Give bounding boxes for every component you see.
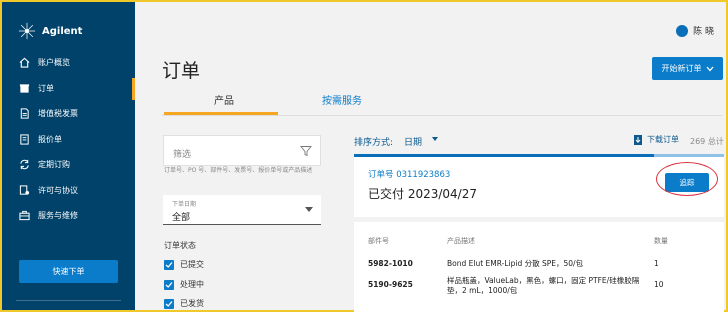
brand-logo[interactable]: Agilent — [18, 22, 82, 40]
page-title: 订单 — [162, 60, 201, 82]
agilent-spark-icon — [18, 22, 36, 40]
new-order-button[interactable]: 开始新订单 — [652, 57, 723, 80]
sidebar-nav: 账户概览 订单 增值税发票 报价单 定期订购 许可与协议 服务与维修 — [2, 50, 135, 229]
order-items-table: 部件号 产品描述 数量 5982-1010 Bond Elut EMR-Lipi… — [354, 222, 724, 312]
quick-order-button[interactable]: 快速下单 — [19, 260, 118, 283]
license-icon — [18, 184, 30, 196]
sidebar-item-invoices[interactable]: 增值税发票 — [2, 101, 135, 127]
funnel-icon[interactable] — [300, 145, 312, 157]
checkbox-checked-icon[interactable] — [164, 279, 174, 290]
column-header-part: 部件号 — [368, 237, 389, 245]
box-icon — [18, 82, 30, 94]
status-checkbox-shipped[interactable]: 已发货 — [164, 298, 204, 309]
date-select-value: 全部 — [172, 213, 191, 223]
sidebar-item-label: 增值税发票 — [38, 109, 78, 119]
sidebar-item-label: 定期订购 — [38, 160, 70, 170]
status-label: 已提交 — [180, 260, 204, 269]
filter-hint: 订单号、PO 号、部件号、发票号、报价单号或产品描述 — [164, 167, 313, 174]
tab-on-demand-services[interactable]: 按需服务 — [322, 92, 362, 107]
status-checkbox-processing[interactable]: 处理中 — [164, 279, 204, 290]
sort-label: 排序方式: — [354, 138, 394, 148]
briefcase-icon — [18, 210, 30, 222]
quote-icon — [18, 133, 30, 145]
user-menu[interactable]: 陈 晓 — [676, 24, 714, 37]
total-count: 269 总计 — [690, 137, 724, 146]
sidebar-item-licenses[interactable]: 许可与协议 — [2, 178, 135, 204]
invoice-icon — [18, 108, 30, 120]
table-cell-quantity: 1 — [654, 259, 659, 268]
sidebar-item-label: 服务与维修 — [38, 211, 78, 221]
order-number-link[interactable]: 订单号 0311923863 — [368, 168, 450, 180]
chevron-down-icon — [706, 66, 713, 71]
order-status-title: 订单状态 — [164, 241, 196, 250]
sidebar-divider — [16, 300, 121, 301]
sidebar-item-overview[interactable]: 账户概览 — [2, 50, 135, 76]
sidebar-item-label: 账户概览 — [38, 58, 70, 68]
sort-bar: 排序方式: 日期 下载订单 269 总计 — [354, 132, 724, 152]
annotation-ellipse — [656, 162, 718, 196]
table-cell-description: 样品瓶盖，ValueLab，黑色，螺口，固定 PTFE/硅橡胶隔垫，2 mL，1… — [447, 276, 640, 295]
user-name: 陈 晓 — [693, 27, 714, 37]
status-checkbox-submitted[interactable]: 已提交 — [164, 259, 204, 270]
table-cell-description: Bond Elut EMR-Lipid 分散 SPE，50/包 — [447, 259, 584, 268]
column-header-quantity: 数量 — [654, 237, 668, 245]
sidebar-item-subscriptions[interactable]: 定期订购 — [2, 152, 135, 178]
download-orders-link[interactable]: 下载订单 — [634, 134, 679, 145]
repeat-icon — [18, 159, 30, 171]
sort-select[interactable]: 日期 — [404, 135, 422, 148]
checkbox-checked-icon[interactable] — [164, 298, 174, 309]
status-label: 已发货 — [180, 299, 204, 308]
sidebar: Agilent 账户概览 订单 增值税发票 报价单 定期订购 许可与协议 服务与… — [2, 2, 135, 310]
table-cell-part: 5982-1010 — [368, 259, 413, 268]
order-card: 订单号 0311923863 已交付 2023/04/27 追踪 — [354, 157, 724, 217]
table-cell-quantity: 10 — [654, 280, 664, 289]
active-tab-indicator — [164, 112, 278, 115]
filter-input[interactable]: 筛选 — [163, 135, 321, 166]
order-status: 已交付 2023/04/27 — [368, 187, 477, 201]
filter-placeholder: 筛选 — [173, 150, 192, 160]
date-select-label: 下单日期 — [172, 201, 197, 208]
tab-bar: 产品 按需服务 — [162, 86, 722, 116]
home-icon — [18, 57, 30, 69]
new-order-label: 开始新订单 — [661, 64, 702, 73]
status-label: 处理中 — [180, 280, 204, 289]
sidebar-item-label: 订单 — [38, 83, 54, 93]
column-header-description: 产品描述 — [447, 237, 475, 245]
sidebar-item-service[interactable]: 服务与维修 — [2, 203, 135, 229]
table-cell-part: 5190-9625 — [368, 280, 413, 289]
sidebar-item-label: 报价单 — [38, 134, 62, 144]
caret-down-icon — [305, 207, 313, 212]
download-icon — [634, 134, 642, 145]
brand-name: Agilent — [42, 25, 83, 37]
download-orders-label: 下载订单 — [647, 135, 679, 144]
sidebar-item-quotes[interactable]: 报价单 — [2, 127, 135, 153]
caret-down-icon[interactable] — [432, 137, 438, 141]
tab-products[interactable]: 产品 — [214, 92, 234, 107]
user-avatar-icon — [676, 24, 689, 37]
checkbox-checked-icon[interactable] — [164, 259, 174, 270]
order-date-select[interactable]: 下单日期 全部 — [163, 195, 321, 225]
sidebar-item-orders[interactable]: 订单 — [2, 76, 135, 102]
sidebar-item-label: 许可与协议 — [38, 185, 78, 195]
